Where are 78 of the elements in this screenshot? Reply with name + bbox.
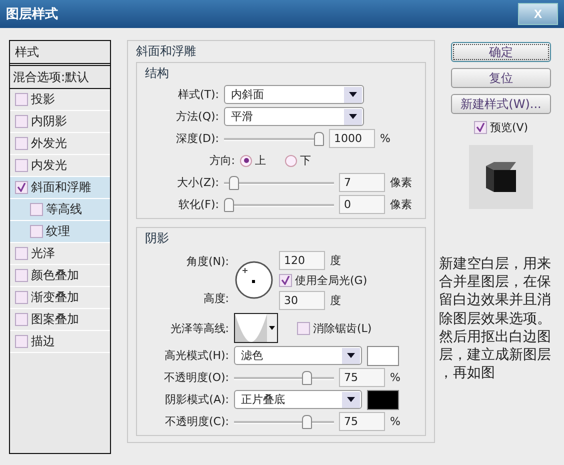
caret-icon <box>349 114 357 119</box>
unit-label: % <box>390 371 400 384</box>
number-field[interactable]: 120 <box>279 250 325 270</box>
checkbox[interactable] <box>297 322 310 334</box>
list-header: 样式 <box>10 41 110 66</box>
caret-icon <box>347 353 355 358</box>
checkbox[interactable] <box>15 269 28 282</box>
field-label: 光泽等高线: <box>169 320 229 336</box>
field-label: 方向: <box>208 153 235 168</box>
dropdown[interactable]: 正片叠底 <box>234 390 362 409</box>
number-field[interactable]: 75 <box>339 368 385 387</box>
contour-picker[interactable] <box>234 313 278 343</box>
number-field[interactable]: 75 <box>339 412 385 431</box>
field-label: 高度: <box>202 291 229 306</box>
checkbox[interactable] <box>15 313 28 326</box>
bevel-square-icon <box>486 162 516 192</box>
radio-dot-icon <box>244 158 248 163</box>
dialog-button[interactable]: 新建样式(W)... <box>451 94 551 114</box>
checkbox-label: 预览(V) <box>490 120 528 135</box>
style-list-item[interactable]: 纹理 <box>10 221 110 243</box>
radio-option[interactable]: 上 <box>240 153 266 168</box>
group-title: 结构 <box>145 65 170 82</box>
dialog-button[interactable]: 确定 <box>451 42 551 62</box>
dropdown[interactable]: 滤色 <box>234 346 362 365</box>
checkbox[interactable] <box>15 115 28 128</box>
dropdown[interactable]: 平滑 <box>224 107 364 126</box>
unit-label: % <box>390 415 400 428</box>
field-label: 角度(N): <box>185 254 229 269</box>
number-field[interactable]: 0 <box>339 195 385 214</box>
caret-icon <box>349 92 357 97</box>
number-field[interactable]: 1000 <box>329 129 375 148</box>
field-label: 阴影模式(A): <box>164 392 229 407</box>
checkbox[interactable] <box>15 159 28 172</box>
unit-label: 度 <box>330 292 341 308</box>
number-field[interactable]: 30 <box>279 290 325 310</box>
field-label: 软化(F): <box>177 197 219 212</box>
dialog-button[interactable]: 复位 <box>451 68 551 88</box>
note-text: 新建空白层，用来合并星图层，在保留白边效果并且消除图层效果选项。然后用抠出白边图层，建立成新图层，再如图 <box>439 255 551 382</box>
checkbox[interactable] <box>15 137 28 150</box>
angle-dial[interactable] <box>234 260 274 300</box>
checkbox[interactable] <box>30 225 43 238</box>
field-label: 方法(Q): <box>175 109 219 124</box>
number-field[interactable]: 7 <box>339 173 385 192</box>
slider-thumb[interactable] <box>314 132 324 146</box>
dropdown[interactable]: 内斜面 <box>224 85 364 104</box>
style-list-item[interactable]: 斜面和浮雕 <box>10 177 110 199</box>
field-label: 不透明度(O): <box>163 370 229 385</box>
unit-label: 像素 <box>390 197 412 212</box>
unit-label: 度 <box>330 252 341 268</box>
checkbox[interactable] <box>15 247 28 260</box>
slider-thumb[interactable] <box>224 198 234 212</box>
window-title: 图层样式 <box>6 6 58 23</box>
field-label: 样式(T): <box>176 87 219 102</box>
slider-thumb[interactable] <box>302 370 312 384</box>
caret-icon <box>347 397 355 402</box>
field-label: 不透明度(C): <box>164 414 229 429</box>
checkbox-label: 消除锯齿(L) <box>313 320 372 336</box>
field-label: 深度(D): <box>175 131 219 146</box>
unit-label: % <box>380 132 390 145</box>
slider-thumb[interactable] <box>302 414 312 428</box>
field-label: 高光模式(H): <box>163 348 229 363</box>
checkbox[interactable] <box>15 335 28 348</box>
checkbox-label: 使用全局光(G) <box>295 272 368 288</box>
radio-option[interactable]: 下 <box>285 153 311 168</box>
group-title: 阴影 <box>145 230 170 247</box>
style-list-item[interactable]: 等高线 <box>10 199 110 221</box>
checkbox[interactable] <box>30 203 43 216</box>
checkbox[interactable] <box>15 93 28 106</box>
checkbox[interactable] <box>474 121 487 134</box>
color-swatch[interactable] <box>367 346 399 366</box>
section-title: 斜面和浮雕 <box>136 43 197 60</box>
unit-label: 像素 <box>390 175 412 190</box>
checkbox[interactable] <box>15 181 28 194</box>
field-label: 大小(Z): <box>176 175 219 190</box>
slider-thumb[interactable] <box>229 176 239 190</box>
checkbox[interactable] <box>15 291 28 304</box>
checkbox[interactable] <box>279 274 292 286</box>
color-swatch[interactable] <box>367 390 399 410</box>
